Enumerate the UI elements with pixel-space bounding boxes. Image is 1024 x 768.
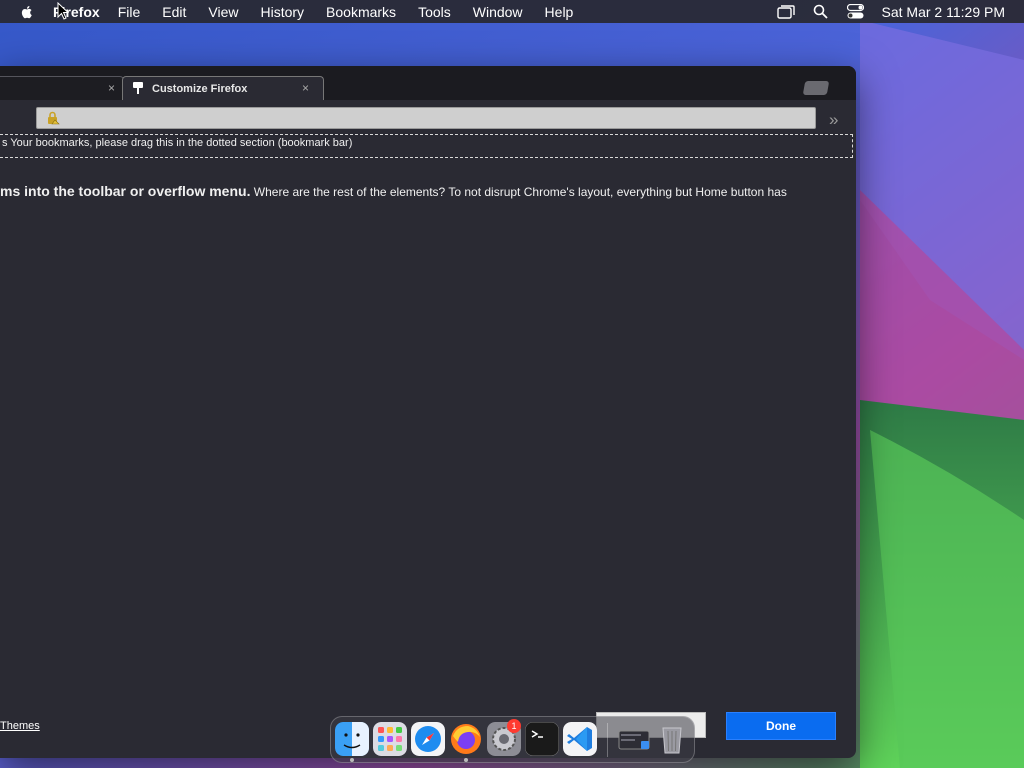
tab-label: Customize Firefox [152,83,248,95]
launchpad-icon[interactable] [373,722,407,756]
screen-mirroring-icon[interactable] [776,4,795,20]
menu-bar: Firefox File Edit View History Bookmarks… [0,0,1024,23]
tab-strip: × Customize Firefox × [0,66,856,101]
dock: 1 [330,716,695,763]
url-bar[interactable] [36,107,816,129]
firefox-icon[interactable] [449,722,483,756]
menu-help[interactable]: Help [545,4,574,20]
safari-icon[interactable] [411,722,445,756]
apple-logo-icon[interactable] [19,4,35,20]
tab-close-icon[interactable]: × [302,81,309,95]
themes-link[interactable]: Themes [0,720,40,732]
terminal-icon[interactable] [525,722,559,756]
menu-view[interactable]: View [208,4,238,20]
menu-history[interactable]: History [260,4,304,20]
instructions-heading: ms into the toolbar or overflow menu. [0,183,251,199]
navigation-toolbar: » [0,100,856,134]
tab-inactive[interactable]: × [0,76,124,101]
dock-separator [607,723,608,757]
pin-icon [133,82,143,94]
menu-tools[interactable]: Tools [418,4,451,20]
spotlight-search-icon[interactable] [812,4,830,20]
customize-instructions: ms into the toolbar or overflow menu. Wh… [0,183,856,199]
bookmark-bar-text: s Your bookmarks, please drag this in th… [2,137,353,149]
vscode-icon[interactable] [563,722,597,756]
tab-customize-firefox[interactable]: Customize Firefox × [122,76,324,101]
overflow-chevron-icon[interactable]: » [829,110,839,130]
bookmark-bar-dropzone[interactable]: s Your bookmarks, please drag this in th… [0,134,853,158]
menu-edit[interactable]: Edit [162,4,186,20]
menu-window[interactable]: Window [473,4,523,20]
trash-icon[interactable] [655,722,689,756]
running-indicator [464,758,468,762]
menu-bookmarks[interactable]: Bookmarks [326,4,396,20]
instructions-body: Where are the rest of the elements? To n… [250,185,787,199]
tab-close-icon[interactable]: × [108,81,115,95]
done-button[interactable]: Done [726,712,836,740]
screenshot-thumbnail-icon[interactable] [617,722,651,756]
lock-warning-icon [48,111,60,125]
firefox-window: × Customize Firefox × » s Your bookmarks… [0,66,856,758]
control-center-icon[interactable] [847,4,865,20]
settings-notification-badge: 1 [507,719,521,733]
finder-icon[interactable] [335,722,369,756]
mouse-cursor-icon [57,2,69,20]
running-indicator [350,758,354,762]
menu-file[interactable]: File [118,4,141,20]
new-tab-button[interactable] [802,81,830,95]
menu-bar-clock[interactable]: Sat Mar 2 11:29 PM [882,4,1005,20]
